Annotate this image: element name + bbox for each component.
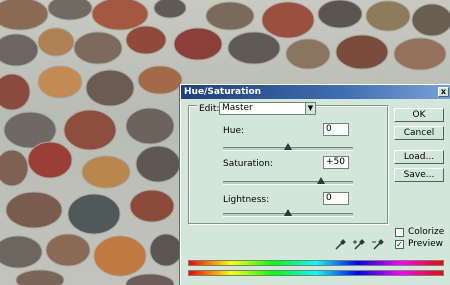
hue-label: Hue: — [223, 126, 245, 136]
saturation-slider-thumb[interactable] — [316, 177, 325, 184]
edit-select[interactable]: Master ▼ — [219, 102, 316, 115]
saturation-label: Saturation: — [223, 159, 273, 169]
preview-checkbox[interactable]: ✓ — [395, 240, 404, 249]
lightness-label: Lightness: — [223, 195, 270, 205]
saturation-slider-track[interactable] — [223, 181, 353, 185]
hue-slider-thumb[interactable] — [284, 143, 292, 150]
ok-button[interactable]: OK — [394, 108, 444, 122]
preview-label: Preview — [408, 239, 444, 249]
edit-select-value: Master — [222, 103, 253, 113]
chevron-down-icon[interactable]: ▼ — [305, 103, 315, 114]
hue-input[interactable]: 0 — [323, 123, 349, 136]
eyedropper-plus-icon[interactable] — [353, 239, 365, 251]
hue-saturation-dialog: Hue/Saturation x Edit: Master ▼ Hue: 0 S… — [180, 84, 450, 285]
colorize-checkbox[interactable] — [395, 228, 404, 237]
edit-label: Edit: — [197, 104, 222, 114]
save-button[interactable]: Save... — [394, 168, 444, 182]
cancel-button[interactable]: Cancel — [394, 126, 444, 140]
input-color-spectrum — [188, 260, 444, 266]
lightness-slider-thumb[interactable] — [284, 209, 292, 216]
lightness-input[interactable]: 0 — [323, 192, 349, 205]
eyedropper-icon[interactable] — [334, 239, 346, 251]
dialog-titlebar[interactable]: Hue/Saturation x — [181, 85, 450, 99]
adjustment-group — [188, 105, 388, 224]
saturation-input[interactable]: +50 — [323, 156, 349, 169]
colorize-label: Colorize — [408, 227, 445, 237]
output-color-spectrum — [188, 270, 444, 276]
load-button[interactable]: Load... — [394, 150, 444, 164]
close-button[interactable]: x — [438, 87, 449, 97]
dialog-title: Hue/Saturation — [184, 87, 262, 97]
eyedropper-minus-icon[interactable] — [372, 239, 384, 251]
